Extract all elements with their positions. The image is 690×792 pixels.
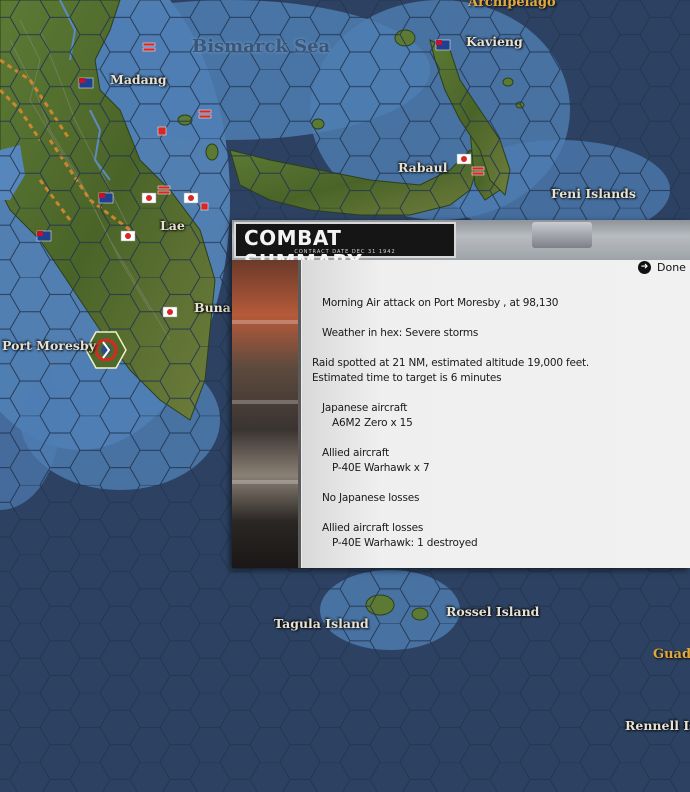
label-rennell-partial[interactable]: Rennell Isl [625, 718, 690, 733]
japanese-flag-icon[interactable] [183, 192, 199, 204]
done-label: Done [657, 260, 686, 274]
japanese-flag-icon[interactable] [120, 230, 136, 242]
report-line-weather: Weather in hex: Severe storms [322, 327, 479, 339]
allied-flag-icon[interactable] [98, 192, 114, 204]
label-feni-islands[interactable]: Feni Islands [551, 186, 636, 201]
label-rossel-island[interactable]: Rossel Island [446, 604, 539, 619]
allied-flag-icon[interactable] [36, 230, 52, 242]
allied-flag-icon[interactable] [78, 77, 94, 89]
arrow-right-icon: ➜ [638, 260, 651, 274]
report-line-spotted: Raid spotted at 21 NM, estimated altitud… [312, 357, 590, 369]
sea-label-bismarck: Bismarck Sea [192, 36, 331, 57]
label-guadalcanal-partial[interactable]: Guad [653, 647, 690, 662]
report-line-allied-header: Allied aircraft [322, 447, 389, 459]
report-line-eta: Estimated time to target is 6 minutes [312, 372, 502, 384]
label-tagula-island[interactable]: Tagula Island [274, 616, 369, 631]
allied-flag-icon[interactable] [435, 39, 451, 51]
label-buna[interactable]: Buna [194, 300, 231, 315]
done-button[interactable]: ➜ Done [638, 258, 686, 276]
photo-strip [232, 260, 301, 568]
combat-summary-dialog: COMBAT SUMMARY CONTRACT DATE DEC 31 1942… [232, 220, 690, 568]
report-line-japanese-losses: No Japanese losses [322, 492, 420, 504]
label-madang[interactable]: Madang [110, 72, 167, 87]
label-port-moresby[interactable]: Port Moresby [2, 338, 96, 353]
japanese-flag-icon[interactable] [456, 153, 472, 165]
title-plate: COMBAT SUMMARY CONTRACT DATE DEC 31 1942 [234, 222, 456, 274]
label-archipelago: Archipelago [468, 0, 556, 10]
report-line-japanese-aircraft: A6M2 Zero x 15 [332, 417, 413, 429]
report-line-attack: Morning Air attack on Port Moresby , at … [322, 297, 559, 309]
label-rabaul[interactable]: Rabaul [398, 160, 447, 175]
japanese-flag-icon[interactable] [162, 306, 178, 318]
report-line-allied-losses: P-40E Warhawk: 1 destroyed [332, 537, 478, 549]
japanese-flag-icon[interactable] [141, 192, 157, 204]
report-line-allied-aircraft: P-40E Warhawk x 7 [332, 462, 430, 474]
label-lae[interactable]: Lae [160, 218, 185, 233]
dialog-header: COMBAT SUMMARY CONTRACT DATE DEC 31 1942 [232, 220, 690, 274]
label-kavieng[interactable]: Kavieng [466, 34, 523, 49]
report-line-japanese-header: Japanese aircraft [322, 402, 408, 414]
clipboard-clip [532, 222, 592, 248]
game-screen: Bismarck Sea Archipelago Madang Kavieng … [0, 0, 690, 792]
report-line-allied-losses-header: Allied aircraft losses [322, 522, 424, 534]
contract-date: CONTRACT DATE DEC 31 1942 [294, 249, 396, 255]
